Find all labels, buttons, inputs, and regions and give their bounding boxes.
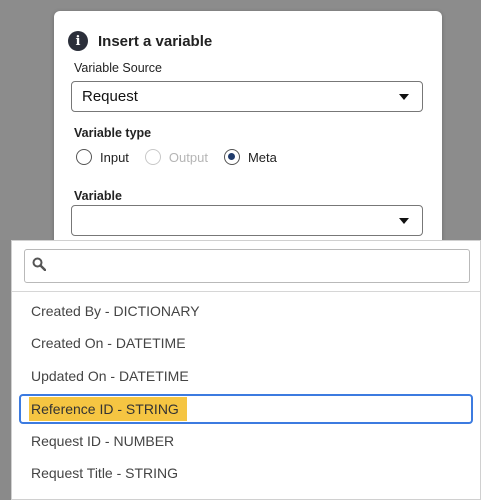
variable-type-radio-group: Input Output Meta	[76, 149, 293, 165]
dialog-title: Insert a variable	[98, 32, 213, 50]
list-item[interactable]: Request Title - STRING	[19, 459, 473, 489]
list-item[interactable]: Created By - DICTIONARY	[19, 297, 473, 327]
list-item[interactable]: Updated On - DATETIME	[19, 362, 473, 392]
list-item-label: Updated On - DATETIME	[31, 368, 189, 384]
caret-down-icon	[399, 94, 409, 100]
search-input[interactable]	[24, 249, 470, 283]
list-item[interactable]: Created On - DATETIME	[19, 329, 473, 359]
divider	[12, 291, 480, 292]
radio-input-label: Input	[100, 149, 129, 165]
radio-output[interactable]: Output	[144, 149, 208, 165]
variable-select[interactable]	[71, 205, 423, 236]
variable-type-label: Variable type	[74, 126, 152, 140]
insert-variable-dialog: i Insert a variable Variable Source Requ…	[54, 11, 442, 251]
variable-label: Variable	[74, 189, 122, 203]
info-icon: i	[68, 31, 88, 51]
list-item[interactable]: Request ID - NUMBER	[19, 427, 473, 457]
variable-source-label: Variable Source	[74, 61, 163, 75]
list-item-label: Created On - DATETIME	[31, 335, 186, 351]
list-item-label: Created By - DICTIONARY	[31, 303, 200, 319]
list-item-label: Request ID - NUMBER	[31, 433, 175, 449]
list-item-label: Reference ID - STRING	[29, 397, 187, 421]
radio-circle-checked[interactable]	[223, 149, 240, 165]
dialog-header: i Insert a variable	[68, 31, 212, 51]
radio-input[interactable]: Input	[76, 149, 129, 165]
radio-output-label: Output	[168, 149, 208, 165]
variable-source-select[interactable]: Request	[71, 81, 423, 112]
caret-down-icon	[399, 218, 409, 224]
radio-meta[interactable]: Meta	[223, 149, 277, 165]
radio-circle[interactable]	[144, 149, 161, 165]
variable-dropdown-list: Created By - DICTIONARY Created On - DAT…	[11, 240, 481, 500]
variable-source-value: Request	[82, 88, 138, 105]
list-item-selected[interactable]: Reference ID - STRING	[19, 394, 473, 424]
list-item-label: Request Title - STRING	[31, 465, 179, 481]
radio-circle[interactable]	[76, 149, 92, 165]
search-icon	[32, 257, 46, 271]
radio-meta-label: Meta	[247, 149, 277, 165]
